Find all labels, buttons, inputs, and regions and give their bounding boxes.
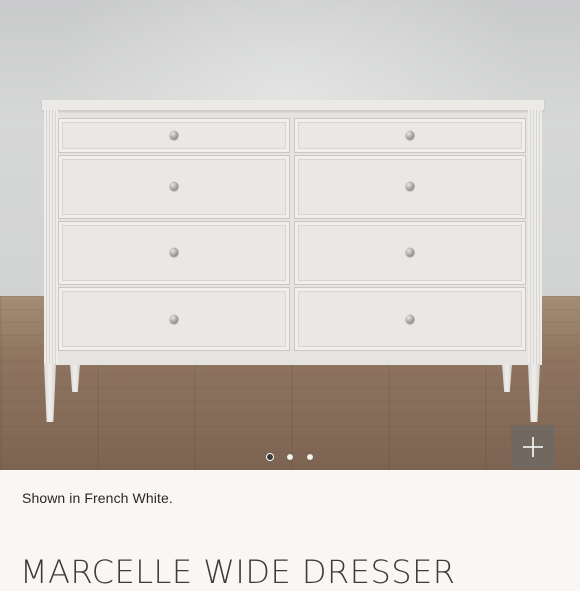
drawer-knob xyxy=(405,314,415,324)
drawer-knob xyxy=(169,247,179,257)
drawer-knob xyxy=(169,130,179,140)
carousel-dot[interactable] xyxy=(307,454,313,460)
image-caption: Shown in French White. xyxy=(22,490,173,506)
drawer-knob xyxy=(169,314,179,324)
zoom-button[interactable] xyxy=(511,425,555,469)
drawer-knob xyxy=(405,247,415,257)
dresser-photo xyxy=(42,100,544,422)
dresser-top xyxy=(42,100,544,111)
carousel-dots xyxy=(0,454,580,460)
product-image[interactable] xyxy=(0,0,580,470)
drawer-knob xyxy=(405,181,415,191)
left-post xyxy=(44,110,58,365)
right-post xyxy=(528,110,542,365)
carousel-dot[interactable] xyxy=(267,454,273,460)
product-title: MARCELLE WIDE DRESSER xyxy=(20,553,456,591)
drawer-knob xyxy=(169,181,179,191)
carousel-dot[interactable] xyxy=(287,454,293,460)
drawer-knob xyxy=(405,130,415,140)
